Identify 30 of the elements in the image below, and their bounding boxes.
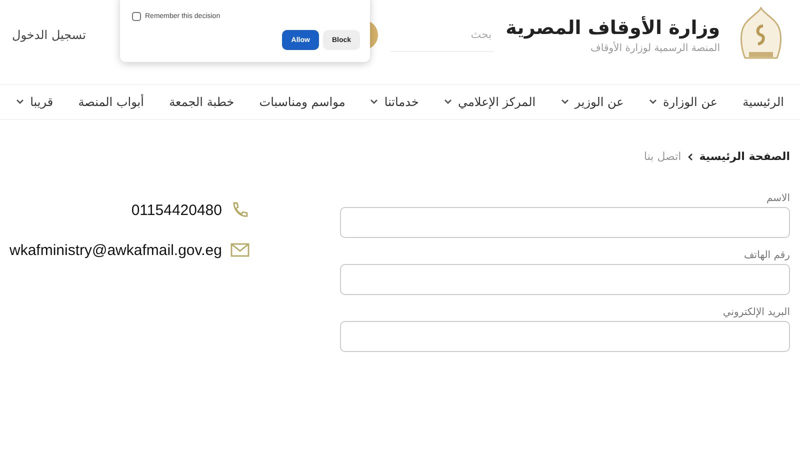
chevron-down-icon: [444, 99, 452, 105]
chevron-down-icon: [16, 99, 24, 105]
site-title: وزارة الأوقاف المصرية: [506, 16, 720, 38]
site-subtitle: المنصة الرسمية لوزارة الأوقاف: [590, 42, 720, 54]
chevron-down-icon: [560, 99, 569, 105]
nav-item[interactable]: أبواب المنصة: [78, 95, 144, 109]
contact-text: 01154420480: [131, 202, 222, 218]
breadcrumb-link[interactable]: الصفحة الرئيسية: [699, 150, 790, 163]
contact-text: wkafministry@awkafmail.gov.eg: [9, 242, 222, 258]
nav-item[interactable]: المركز الإعلامي: [444, 95, 536, 109]
login-link[interactable]: تسجيل الدخول: [6, 27, 92, 43]
search-field[interactable]: بحث: [390, 18, 494, 52]
input-field[interactable]: [340, 264, 790, 295]
nav-item[interactable]: خطبة الجمعة: [169, 95, 234, 109]
nav-item[interactable]: مواسم ومناسبات: [259, 95, 346, 109]
nav-item[interactable]: الرئيسية: [742, 95, 784, 109]
chevron-down-icon: [370, 99, 378, 105]
chevron-down-icon: [648, 99, 657, 105]
chevron-left-icon: [687, 152, 694, 160]
field-label: البريد الإلكتروني: [722, 307, 790, 318]
field-label: رقم الهاتف: [742, 250, 790, 261]
field-label: الاسم: [765, 193, 790, 204]
checkbox[interactable]: [132, 12, 141, 21]
nav-item[interactable]: عن الوزارة: [648, 95, 718, 109]
input-field[interactable]: [340, 207, 790, 238]
nav-item[interactable]: قريبا: [16, 95, 54, 109]
nav-item[interactable]: خدماتنا: [370, 95, 419, 109]
envelope-icon: [230, 241, 250, 259]
input-field[interactable]: [340, 321, 790, 352]
nav-item[interactable]: عن الوزير: [560, 95, 624, 109]
